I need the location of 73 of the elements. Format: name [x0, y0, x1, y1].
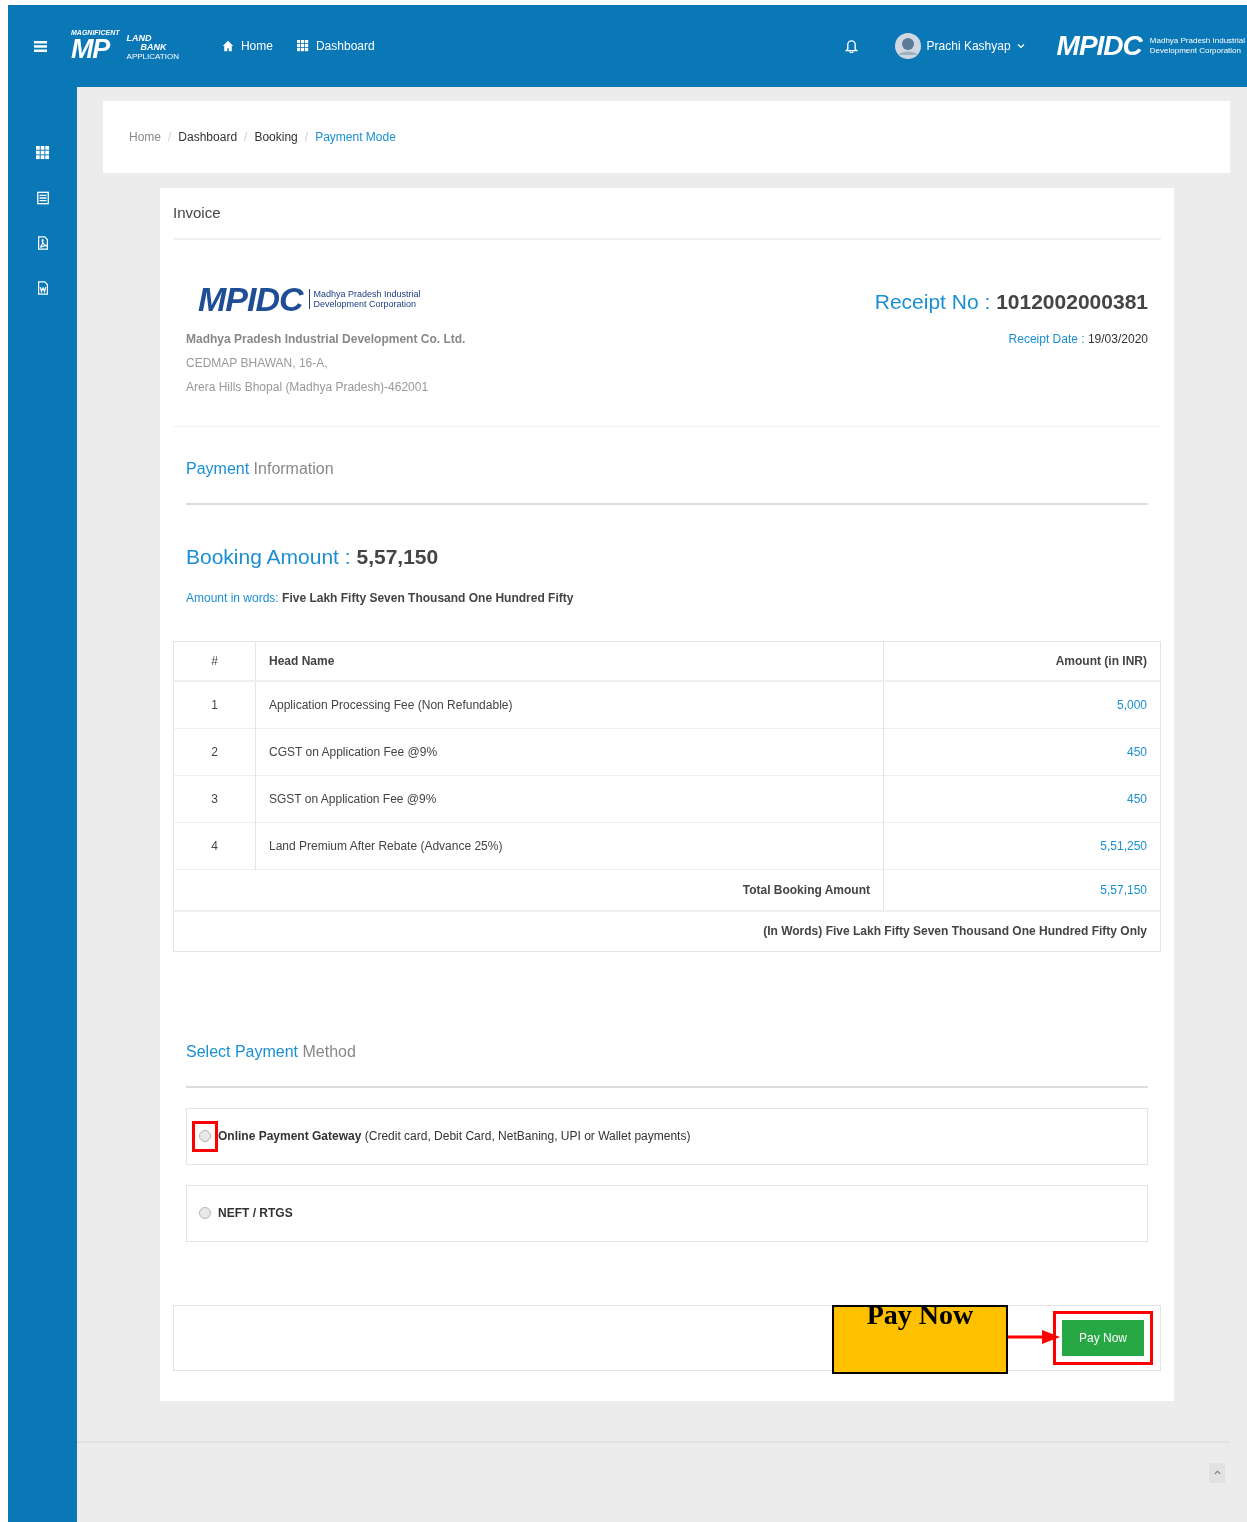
brand-tagline: Madhya Pradesh Industrial: [1149, 36, 1245, 46]
pay-now-button[interactable]: Pay Now: [1062, 1319, 1144, 1356]
breadcrumb-separator: /: [304, 129, 309, 146]
sidebar-item[interactable]: [34, 190, 51, 206]
radio-button[interactable]: [199, 1130, 211, 1142]
total-in-words: (In Words) Five Lakh Fifty Seven Thousand One Hundred Fifty Only: [173, 911, 1161, 951]
company-logo-text: MPIDC: [198, 282, 303, 316]
document-icon: [35, 191, 50, 205]
total-amount: 5,57,150: [883, 869, 1161, 911]
table-cell: 450: [883, 728, 1161, 775]
booking-amount-label: Booking Amount :: [186, 545, 352, 568]
total-label: Total Booking Amount: [173, 869, 884, 911]
breadcrumb-separator: /: [244, 129, 248, 146]
table-cell: 450: [883, 775, 1161, 822]
table-cell: 1: [173, 681, 256, 728]
amount-words: Five Lakh Fifty Seven Thousand One Hundred Fifty: [282, 590, 574, 605]
nav-link[interactable]: Home: [221, 37, 273, 55]
section-title: Payment Information: [186, 460, 334, 477]
receipt-date-label: Receipt Date :: [1008, 332, 1086, 346]
avatar-icon: [894, 33, 921, 59]
company-address: Arera Hills Bhopal (Madhya Pradesh)-462001: [186, 379, 430, 396]
table-cell: 4: [173, 822, 256, 869]
bell-icon[interactable]: [844, 39, 858, 53]
card-title: Invoice: [173, 202, 221, 223]
breadcrumb-separator: /: [168, 129, 172, 146]
option-label: NEFT / RTGS: [218, 1205, 293, 1222]
grid-icon: [296, 40, 309, 52]
logo-text: BANK: [140, 42, 168, 52]
menu-icon[interactable]: [34, 40, 47, 52]
payment-option[interactable]: NEFT / RTGS: [186, 1184, 1148, 1242]
user-menu[interactable]: Prachi Kashyap: [894, 33, 1025, 59]
table-cell: CGST on Application Fee @9%: [255, 728, 884, 775]
section-title: Select Payment Method: [186, 1042, 356, 1060]
chevron-up-icon: [1213, 1470, 1221, 1475]
pdf-file-icon: [35, 236, 50, 250]
table-cell: 2: [173, 728, 256, 775]
company-address: CEDMAP BHAWAN, 16-A,: [186, 355, 329, 372]
company-tagline: Development Corporation: [313, 299, 418, 309]
booking-amount: 5,57,150: [356, 545, 439, 568]
option-label: Online Payment Gateway (Credit card, Debit Card, NetBaning, UPI or Wallet payments): [218, 1128, 691, 1145]
breadcrumb-link[interactable]: Home: [129, 128, 161, 146]
logo-text: LAND: [126, 33, 153, 43]
column-header: #: [173, 641, 256, 681]
receipt-number-label: Receipt No :: [874, 290, 992, 313]
receipt-date: 19/03/2020: [1087, 332, 1148, 346]
table-cell: SGST on Application Fee @9%: [255, 775, 884, 822]
brand-logo-text: MPIDC: [1056, 32, 1142, 60]
table-cell: Land Premium After Rebate (Advance 25%): [255, 822, 884, 869]
receipt-number: 1012002000381: [996, 290, 1148, 313]
grid-icon: [35, 146, 50, 160]
logo-text: MP: [71, 36, 110, 63]
breadcrumb-link[interactable]: Booking: [254, 128, 298, 146]
company-name: Madhya Pradesh Industrial Development Co. Ltd.: [186, 331, 466, 348]
amount-words-label: Amount in words:: [186, 590, 280, 605]
sidebar-item[interactable]: [34, 145, 51, 161]
logo-text: APPLICATION: [126, 52, 179, 61]
company-tagline: Madhya Pradesh Industrial: [313, 289, 421, 299]
brand-tagline: Development Corporation: [1149, 46, 1242, 56]
nav-link[interactable]: Dashboard: [296, 37, 375, 55]
breadcrumb-link[interactable]: Payment Mode: [315, 128, 396, 146]
chevron-down-icon: [1016, 43, 1025, 49]
home-icon: [221, 40, 234, 52]
table-cell: 5,000: [883, 681, 1161, 728]
table-cell: 3: [173, 775, 256, 822]
column-header: Head Name: [255, 641, 884, 681]
radio-button[interactable]: [199, 1207, 211, 1219]
table-cell: Application Processing Fee (Non Refundable): [255, 681, 884, 728]
word-file-icon: [35, 281, 50, 295]
column-header: Amount (in INR): [883, 641, 1161, 681]
callout-text: Pay Now: [866, 1300, 974, 1332]
table-cell: 5,51,250: [883, 822, 1161, 869]
payment-option[interactable]: Online Payment Gateway (Credit card, Debit Card, NetBaning, UPI or Wallet payments): [186, 1107, 1148, 1165]
breadcrumb-link[interactable]: Dashboard: [178, 128, 238, 146]
